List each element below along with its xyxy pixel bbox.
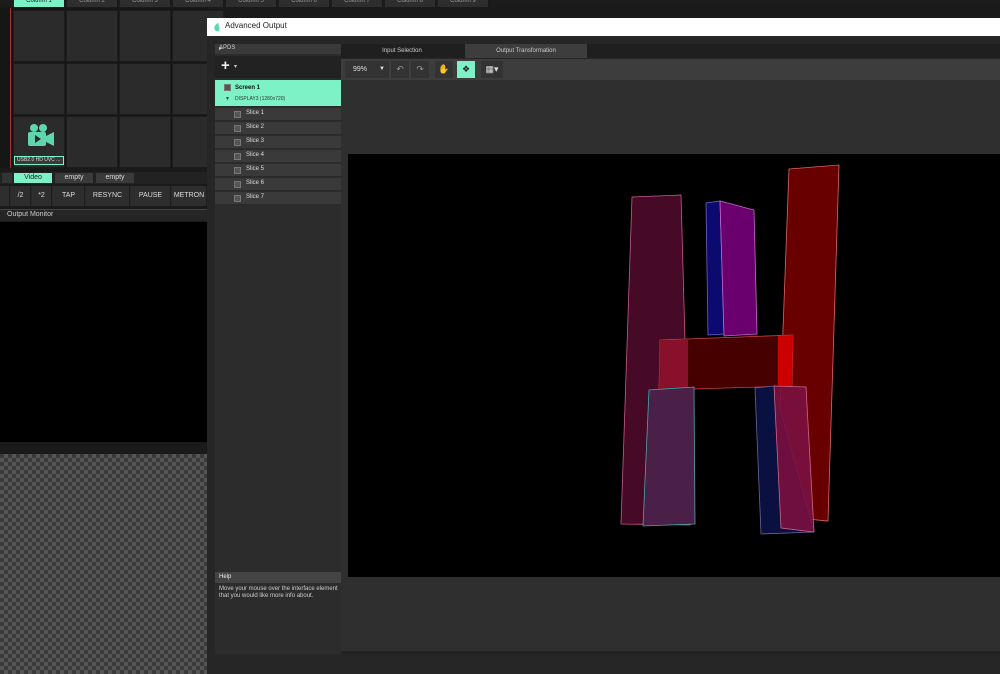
column-header-7[interactable]: Column 7 xyxy=(332,0,383,7)
toolbar: 99% ▼ ↶ ↷ ✋ ❖ ▦▾ xyxy=(341,59,1000,80)
layer-tab-empty-1[interactable]: empty xyxy=(55,173,93,183)
screen-name: Screen 1 xyxy=(235,85,261,91)
slice-item[interactable]: Slice 2 xyxy=(215,122,341,135)
help-title: Help xyxy=(219,574,232,580)
column-header-6[interactable]: Column 6 xyxy=(279,0,330,7)
slice-item[interactable]: Slice 7 xyxy=(215,192,341,205)
slice-label: Slice 5 xyxy=(246,166,265,172)
metronome-button[interactable]: METRON xyxy=(172,186,207,206)
slice-shape xyxy=(659,340,688,390)
slice-label: Slice 4 xyxy=(246,152,265,158)
help-header: Help xyxy=(215,572,341,583)
column-header-1[interactable]: Column 1 xyxy=(14,0,65,7)
column-header-5[interactable]: Column 5 xyxy=(226,0,277,7)
slice-item[interactable]: Slice 1 xyxy=(215,108,341,121)
layer-tab-video[interactable]: Video xyxy=(14,173,52,183)
clip-cell[interactable] xyxy=(119,63,171,115)
resolume-icon xyxy=(214,23,220,31)
transport-minus[interactable] xyxy=(0,186,10,206)
pause-button[interactable]: PAUSE xyxy=(131,186,171,206)
advanced-output-window: Advanced Output APDS ▸ + ▾ Screen 1 ▼ DI… xyxy=(207,18,1000,674)
window-title: Advanced Output xyxy=(225,21,287,30)
slice-checkbox[interactable] xyxy=(234,125,241,132)
screen-item[interactable]: Screen 1 ▼ DISPLAY3 (1280x720) xyxy=(215,80,341,106)
slice-checkbox[interactable] xyxy=(234,167,241,174)
slice-shape xyxy=(778,335,793,387)
slice-item[interactable]: Slice 5 xyxy=(215,164,341,177)
slice-item[interactable]: Slice 3 xyxy=(215,136,341,149)
preset-selector[interactable]: APDS ▸ xyxy=(215,44,341,54)
layer-toggle[interactable] xyxy=(2,173,12,183)
undo-icon[interactable]: ↶ xyxy=(391,61,409,78)
status-strip xyxy=(341,651,1000,654)
screen-device: DISPLAY3 (1280x720) xyxy=(235,96,286,102)
zoom-select[interactable]: 99% ▼ xyxy=(345,61,389,78)
clip-cell[interactable] xyxy=(13,63,65,115)
output-monitor-title: Output Monitor xyxy=(7,211,54,218)
tag-icon[interactable]: ❖ xyxy=(457,61,475,78)
clip-cell[interactable] xyxy=(119,116,171,168)
add-slice-button[interactable]: + xyxy=(221,58,230,74)
window-titlebar[interactable]: Advanced Output xyxy=(207,18,1000,36)
slice-shape xyxy=(642,386,696,527)
resync-button[interactable]: RESYNC xyxy=(86,186,130,206)
column-header-4[interactable]: Column 4 xyxy=(173,0,224,7)
clip-label: USB2.0 HD UVC ... xyxy=(14,156,64,165)
slice-label: Slice 3 xyxy=(246,138,265,144)
chevron-down-icon: ▼ xyxy=(379,66,385,72)
help-text: Move your mouse over the interface eleme… xyxy=(219,586,338,599)
screen-checkbox[interactable] xyxy=(224,84,231,91)
column-header-bar: Column 1 Column 2 Column 3 Column 4 Colu… xyxy=(0,0,1000,7)
slice-item[interactable]: Slice 6 xyxy=(215,178,341,191)
double-tempo-button[interactable]: *2 xyxy=(32,186,52,206)
chevron-down-icon[interactable]: ▾ xyxy=(234,63,237,70)
slice-label: Slice 1 xyxy=(246,110,265,116)
slice-panel: APDS ▸ + ▾ Screen 1 ▼ DISPLAY3 (1280x720… xyxy=(215,44,341,654)
slice-checkbox[interactable] xyxy=(234,111,241,118)
output-monitor-header: Output Monitor xyxy=(0,209,207,221)
output-monitor-preview xyxy=(0,222,207,442)
slice-item[interactable]: Slice 4 xyxy=(215,150,341,163)
column-header-3[interactable]: Column 3 xyxy=(120,0,171,7)
playhead-line xyxy=(10,8,11,168)
clip-cell[interactable] xyxy=(119,10,171,62)
slice-shapes[interactable] xyxy=(348,154,1000,577)
clip-cell[interactable] xyxy=(66,10,118,62)
slice-checkbox[interactable] xyxy=(234,181,241,188)
tap-button[interactable]: TAP xyxy=(53,186,85,206)
layer-row: Video empty empty xyxy=(0,172,207,184)
column-header-9[interactable]: Column 9 xyxy=(438,0,489,7)
slice-checkbox[interactable] xyxy=(234,139,241,146)
tab-bar: Input Selection Output Transformation xyxy=(341,44,1000,58)
output-canvas[interactable] xyxy=(348,154,1000,577)
zoom-value: 99% xyxy=(353,66,368,73)
slice-label: Slice 7 xyxy=(246,194,265,200)
slice-label: Slice 6 xyxy=(246,180,265,186)
hand-icon[interactable]: ✋ xyxy=(435,61,453,78)
slice-checkbox[interactable] xyxy=(234,153,241,160)
clip-cell[interactable] xyxy=(66,116,118,168)
layer-tab-empty-2[interactable]: empty xyxy=(96,173,134,183)
add-row: + ▾ xyxy=(215,56,341,78)
grid-icon[interactable]: ▦▾ xyxy=(481,61,503,78)
video-camera-icon xyxy=(28,124,54,146)
chevron-right-icon: ▸ xyxy=(219,46,223,52)
half-tempo-button[interactable]: /2 xyxy=(11,186,31,206)
clip-cell[interactable] xyxy=(13,10,65,62)
transparency-preview xyxy=(0,454,207,674)
slice-checkbox[interactable] xyxy=(234,195,241,202)
redo-icon[interactable]: ↷ xyxy=(411,61,429,78)
column-header-8[interactable]: Column 8 xyxy=(385,0,436,7)
column-header-2[interactable]: Column 2 xyxy=(67,0,118,7)
expand-triangle-icon[interactable]: ▼ xyxy=(225,96,230,102)
slice-label: Slice 2 xyxy=(246,124,265,130)
clip-cell[interactable] xyxy=(66,63,118,115)
tab-input-selection[interactable]: Input Selection xyxy=(341,44,463,58)
transport-bar: /2 *2 TAP RESYNC PAUSE METRON xyxy=(0,186,207,206)
tab-output-transformation[interactable]: Output Transformation xyxy=(465,44,587,58)
slice-shape xyxy=(719,200,758,337)
